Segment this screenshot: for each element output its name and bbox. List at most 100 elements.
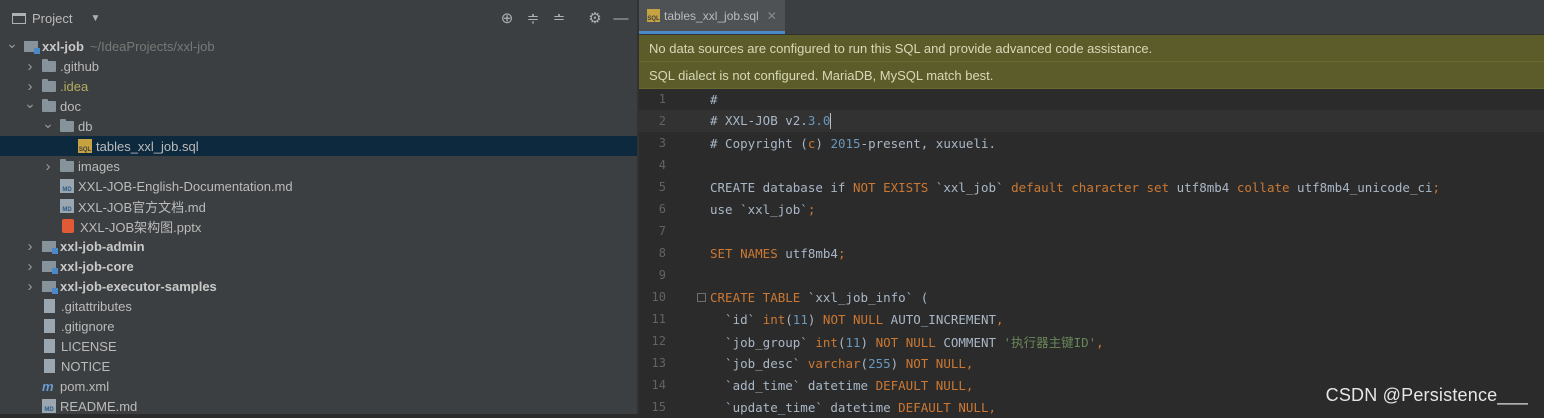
chevron-right-icon[interactable]: › xyxy=(24,238,36,255)
collapse-all-icon[interactable]: ≐ xyxy=(549,9,569,27)
tree-item[interactable]: ›LICENSE xyxy=(0,336,637,356)
code-text: `add_time` datetime DEFAULT NULL, xyxy=(710,378,973,393)
code-token: DEFAULT NULL xyxy=(898,399,989,415)
code-token: use `xxl_job` xyxy=(710,201,808,217)
locate-icon[interactable]: ⊕ xyxy=(497,9,517,27)
code-text: CREATE TABLE `xxl_job_info` ( xyxy=(710,290,928,305)
tree-item[interactable]: › .idea xyxy=(0,76,637,96)
tree-item[interactable]: ›NOTICE xyxy=(0,356,637,376)
code-line: 11 `id` int(11) NOT NULL AUTO_INCREMENT, xyxy=(639,308,1544,330)
chevron-down-icon[interactable]: ⌄ xyxy=(24,95,36,112)
tab-tables-xxl-job-sql[interactable]: SQL tables_xxl_job.sql ✕ xyxy=(639,0,785,34)
code-token: NOT NULL xyxy=(822,311,884,327)
chevron-down-icon[interactable]: ⌄ xyxy=(6,35,18,52)
code-token: -present, xuxueli. xyxy=(860,135,997,151)
close-icon[interactable]: ✕ xyxy=(767,9,777,23)
line-number: 7 xyxy=(658,224,666,238)
tree-item-label: README.md xyxy=(60,398,138,414)
markdown-file-icon: MD xyxy=(60,179,74,193)
tree-item-label: xxl-job-executor-samples xyxy=(60,278,217,294)
code-token: NOT NULL xyxy=(875,334,936,350)
line-number: 10 xyxy=(651,290,666,304)
editor-tabbar: SQL tables_xxl_job.sql ✕ xyxy=(639,0,1544,35)
expand-all-icon[interactable]: ≑ xyxy=(523,9,543,27)
chevron-right-icon[interactable]: › xyxy=(24,278,36,295)
no-datasource-banner: No data sources are configured to run th… xyxy=(639,35,1544,62)
chevron-right-icon[interactable]: › xyxy=(24,78,36,95)
line-number: 11 xyxy=(651,312,666,326)
code-token: `job_group` xyxy=(710,334,816,350)
folder-icon xyxy=(60,158,74,172)
project-path: ~/IdeaProjects/xxl-job xyxy=(89,38,215,54)
code-token: CREATE TABLE xyxy=(710,289,801,305)
tree-item-label: images xyxy=(78,158,120,174)
folder-icon xyxy=(42,58,56,72)
tree-item[interactable]: ›MDREADME.md xyxy=(0,396,637,416)
chevron-right-icon[interactable]: › xyxy=(24,258,36,275)
tree-item[interactable]: ⌄ xxl-job ~/IdeaProjects/xxl-job xyxy=(0,35,637,56)
code-text: `update_time` datetime DEFAULT NULL, xyxy=(710,400,996,415)
tree-item[interactable]: ›MDXXL-JOB官方文档.md xyxy=(0,196,637,216)
folder-icon xyxy=(42,98,56,112)
tree-item[interactable]: ›.gitignore xyxy=(0,316,637,336)
code-token: utf8mb4 xyxy=(777,245,838,261)
text-cursor xyxy=(830,113,832,130)
project-toolbar: Project ▼ ⊕ ≑ ≐ ⚙ — xyxy=(0,0,637,36)
code-line: 9 xyxy=(639,264,1544,286)
code-text: `job_group` int(11) NOT NULL COMMENT '执行… xyxy=(710,332,1104,351)
code-token: utf8mb4_unicode_ci xyxy=(1289,179,1433,195)
tree-item[interactable]: ›MDXXL-JOB-English-Documentation.md xyxy=(0,176,637,196)
code-token: COMMENT xyxy=(935,334,1004,350)
code-token: ) xyxy=(815,135,831,151)
gear-icon[interactable]: ⚙ xyxy=(585,9,605,27)
tree-item[interactable]: › xxl-job-executor-samples xyxy=(0,276,637,296)
tree-item[interactable]: › .github xyxy=(0,56,637,76)
tree-item[interactable]: ›SQLtables_xxl_job.sql xyxy=(0,136,637,156)
project-view-icon xyxy=(12,12,26,24)
tree-item[interactable]: › images xyxy=(0,156,637,176)
fold-marker-icon[interactable] xyxy=(697,292,706,302)
code-line: 13 `job_desc` varchar(255) NOT NULL, xyxy=(639,352,1544,374)
tree-item-label: xxl-job xyxy=(42,38,84,54)
tree-item[interactable]: ⌄ db xyxy=(0,115,637,136)
code-token: ( xyxy=(785,311,793,327)
code-text: `id` int(11) NOT NULL AUTO_INCREMENT, xyxy=(710,312,1004,327)
code-text: # Copyright (c) 2015-present, xuxueli. xyxy=(710,136,996,151)
code-editor[interactable]: 1 #2 # XXL-JOB v2.3.0 3 # Copyright (c) 2015… xyxy=(639,88,1544,415)
tree-item[interactable]: ›mpom.xml xyxy=(0,376,637,396)
code-token: 3.0 xyxy=(807,112,831,128)
code-token: int xyxy=(815,334,838,350)
tree-item-label: pom.xml xyxy=(60,378,110,394)
text-file-icon xyxy=(44,339,55,353)
pptx-file-icon xyxy=(62,219,74,233)
tree-item[interactable]: › xxl-job-core xyxy=(0,256,637,276)
tab-label: tables_xxl_job.sql xyxy=(664,8,759,23)
chevron-right-icon[interactable]: › xyxy=(42,158,54,175)
code-token: ) xyxy=(890,355,906,371)
hide-icon[interactable]: — xyxy=(611,10,631,27)
code-line: 5 CREATE database if NOT EXISTS `xxl_job`… xyxy=(639,176,1544,198)
tree-item-label: doc xyxy=(60,98,81,114)
tree-item[interactable]: › xxl-job-admin xyxy=(0,236,637,256)
project-tree: ⌄ xxl-job ~/IdeaProjects/xxl-job › .github ›.… xyxy=(0,35,637,416)
project-view-title[interactable]: Project xyxy=(32,11,72,26)
tree-item-label: .idea xyxy=(60,78,89,94)
tree-item[interactable]: ⌄ doc xyxy=(0,95,637,116)
tree-item[interactable]: ›.gitattributes xyxy=(0,296,637,316)
code-token: , xyxy=(1096,334,1104,350)
tree-item[interactable]: ›XXL-JOB架构图.pptx xyxy=(0,216,637,236)
code-token: '执行器主键ID' xyxy=(1003,334,1097,350)
chevron-right-icon[interactable]: › xyxy=(24,58,36,75)
chevron-down-icon[interactable]: ⌄ xyxy=(42,115,54,132)
sql-file-icon: SQL xyxy=(78,139,92,153)
code-token: ) xyxy=(860,334,876,350)
line-number: 9 xyxy=(658,268,666,282)
markdown-file-icon: MD xyxy=(60,199,74,213)
code-line: 7 xyxy=(639,220,1544,242)
chevron-down-icon[interactable]: ▼ xyxy=(90,13,100,24)
code-line: 3 # Copyright (c) 2015-present, xuxueli. xyxy=(639,132,1544,154)
markdown-file-icon: MD xyxy=(42,399,56,413)
code-text: `job_desc` varchar(255) NOT NULL, xyxy=(710,356,973,371)
tree-item-label: XXL-JOB架构图.pptx xyxy=(80,219,202,235)
code-token: ( xyxy=(860,355,869,371)
